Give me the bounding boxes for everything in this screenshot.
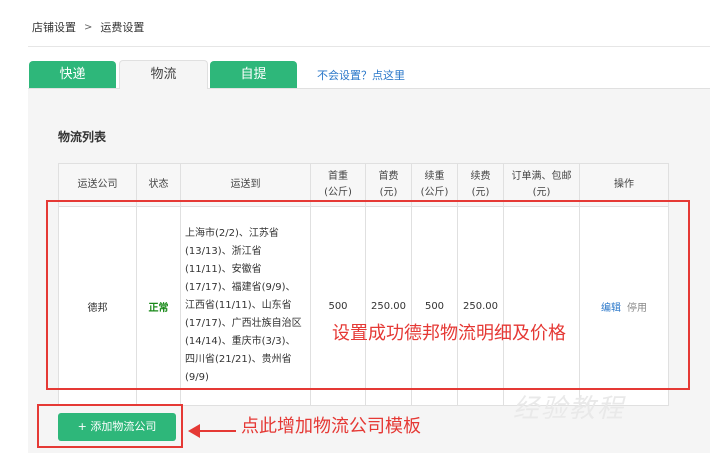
col-cont-weight-l1: 续重 xyxy=(424,171,445,182)
divider xyxy=(28,46,710,47)
tab-logistics[interactable]: 物流 xyxy=(119,60,208,89)
tab-pickup[interactable]: 自提 xyxy=(210,61,297,88)
breadcrumb-shipping-settings: 运费设置 xyxy=(100,21,145,34)
help-link[interactable]: 不会设置？点这里 xyxy=(317,67,405,83)
annotation-highlight-row xyxy=(46,200,690,390)
col-cont-weight-l2: (公斤) xyxy=(420,187,449,198)
col-first-fee-l2: (元) xyxy=(379,187,398,198)
col-cont-fee-l2: (元) xyxy=(471,187,490,198)
col-first-weight-l1: 首重 xyxy=(328,171,348,182)
breadcrumb-shop-settings[interactable]: 店铺设置 xyxy=(32,19,76,35)
tab-express[interactable]: 快递 xyxy=(29,61,116,88)
annotation-row-note: 设置成功德邦物流明细及价格 xyxy=(332,323,566,344)
col-free-l2: (元) xyxy=(532,187,551,198)
col-first-weight-l2: (公斤) xyxy=(324,187,352,198)
col-cont-fee-l1: 续费 xyxy=(470,171,491,182)
col-free-l1: 订单满、包邮 xyxy=(511,171,572,182)
col-first-fee-l1: 首费 xyxy=(378,171,399,182)
annotation-highlight-button xyxy=(37,404,183,448)
annotation-button-note: 点此增加物流公司模板 xyxy=(241,416,421,437)
list-title: 物流列表 xyxy=(58,130,107,144)
breadcrumb-separator: > xyxy=(84,21,93,33)
arrow-left-icon xyxy=(188,424,236,438)
breadcrumb: 店铺设置 > 运费设置 xyxy=(32,19,144,35)
watermark: 经验教程 xyxy=(513,394,626,424)
